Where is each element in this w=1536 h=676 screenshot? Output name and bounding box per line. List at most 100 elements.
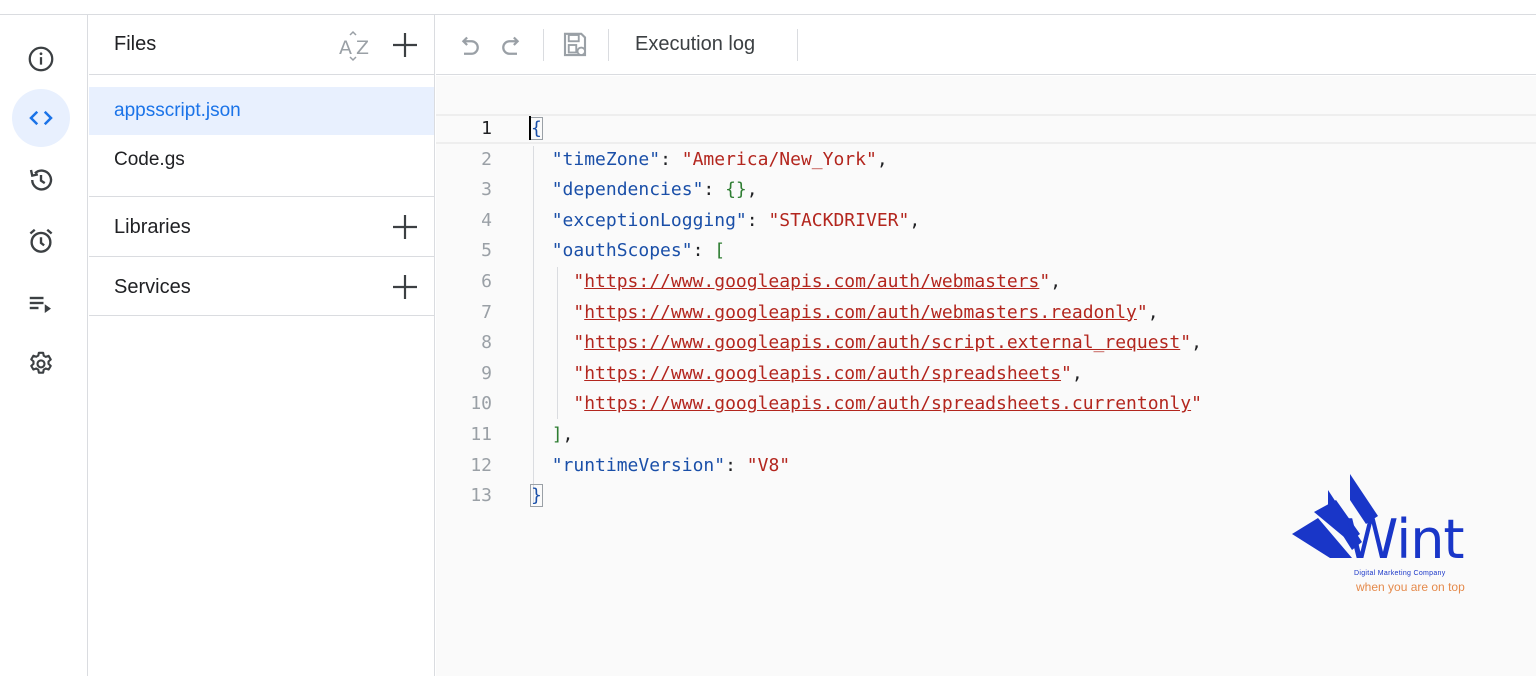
undo-icon[interactable] [454, 30, 484, 60]
file-item-appsscript[interactable]: appsscript.json [89, 87, 434, 135]
editor-button[interactable] [12, 89, 70, 147]
code-line[interactable]: 1{ [436, 114, 1536, 144]
files-header: Files A Z [89, 15, 434, 75]
code-text: "https://www.googleapis.com/auth/webmast… [530, 298, 1159, 328]
icon-rail [0, 15, 88, 676]
code-token: https://www.googleapis.com/auth/script.e… [584, 332, 1181, 354]
code-text: "oauthScopes": [ [530, 236, 725, 266]
code-token: : [660, 148, 682, 170]
code-token: , [746, 179, 758, 201]
file-name: Code.gs [114, 149, 185, 170]
wint-watermark-logo: Wint Digital Marketing Company when you … [1290, 472, 1490, 602]
code-token: , [909, 209, 921, 231]
text-cursor [529, 116, 531, 140]
editor-toolbar: Execution log [436, 15, 1536, 75]
add-library-plus-icon[interactable] [389, 211, 421, 243]
execution-log-button[interactable]: Execution log [635, 33, 755, 56]
code-text: "exceptionLogging": "STACKDRIVER", [530, 206, 921, 236]
line-number: 4 [481, 209, 492, 231]
code-token: " [573, 301, 585, 323]
wint-logo-text: Wint [1345, 508, 1465, 571]
toolbar-divider [608, 29, 609, 61]
file-name: appsscript.json [114, 100, 241, 121]
gear-icon [30, 351, 52, 374]
code-line[interactable]: 3 "dependencies": {}, [436, 175, 1536, 205]
code-text: "https://www.googleapis.com/auth/script.… [530, 328, 1202, 358]
line-number: 7 [481, 301, 492, 323]
code-token: " [573, 393, 585, 415]
code-token: " [1180, 332, 1192, 354]
code-text: "runtimeVersion": "V8" [530, 451, 790, 481]
toolbar-divider [797, 29, 798, 61]
code-line[interactable]: 9 "https://www.googleapis.com/auth/sprea… [436, 359, 1536, 389]
code-token: , [1147, 301, 1159, 323]
file-item-code[interactable]: Code.gs [89, 136, 434, 184]
code-token: "oauthScopes" [551, 240, 693, 262]
sort-az-icon[interactable]: A Z [337, 29, 373, 63]
code-token: } [530, 484, 543, 508]
code-token: "America/New_York" [681, 148, 877, 170]
overview-button[interactable] [12, 30, 70, 88]
code-icon [29, 110, 53, 126]
code-text: { [530, 116, 543, 142]
code-line[interactable]: 11 ], [436, 420, 1536, 450]
save-icon[interactable] [560, 30, 590, 60]
code-token: " [573, 362, 585, 384]
add-file-plus-icon[interactable] [389, 29, 421, 61]
code-token: "timeZone" [551, 148, 661, 170]
code-line[interactable]: 7 "https://www.googleapis.com/auth/webma… [436, 298, 1536, 328]
code-token: ] [551, 424, 563, 445]
line-number: 8 [481, 332, 492, 354]
code-token: "STACKDRIVER" [768, 209, 910, 231]
code-token: , [876, 148, 888, 170]
code-token: {} [725, 179, 747, 201]
code-token: : [725, 454, 747, 476]
svg-text:Z: Z [356, 37, 369, 59]
code-token: "dependencies" [551, 179, 704, 201]
libraries-section: Libraries [89, 196, 434, 256]
triggers-button[interactable] [12, 212, 70, 270]
history-button[interactable] [12, 151, 70, 209]
code-line[interactable]: 2 "timeZone": "America/New_York", [436, 145, 1536, 175]
line-number: 13 [470, 485, 492, 507]
toolbar-divider [543, 29, 544, 61]
code-line[interactable]: 10 "https://www.googleapis.com/auth/spre… [436, 389, 1536, 419]
code-token: https://www.googleapis.com/auth/webmaste… [584, 301, 1137, 323]
code-line[interactable]: 5 "oauthScopes": [ [436, 236, 1536, 266]
services-title: Services [114, 276, 191, 298]
line-number: 1 [481, 118, 492, 139]
line-number: 10 [470, 393, 492, 415]
code-token: "V8" [746, 454, 791, 476]
add-service-plus-icon[interactable] [389, 271, 421, 303]
executions-button[interactable] [12, 274, 70, 332]
redo-icon[interactable] [497, 30, 527, 60]
code-text: "dependencies": {}, [530, 175, 758, 205]
code-token: , [562, 424, 574, 445]
code-text: ], [530, 420, 574, 450]
settings-button[interactable] [12, 335, 70, 393]
code-line[interactable]: 4 "exceptionLogging": "STACKDRIVER", [436, 206, 1536, 236]
code-line[interactable]: 6 "https://www.googleapis.com/auth/webma… [436, 267, 1536, 297]
code-token: " [1039, 271, 1051, 292]
code-text: "https://www.googleapis.com/auth/spreads… [530, 389, 1202, 419]
line-number: 3 [481, 179, 492, 201]
code-token: : [746, 209, 769, 231]
libraries-title: Libraries [114, 216, 191, 238]
alarm-clock-icon [29, 228, 53, 253]
services-section: Services [89, 256, 434, 316]
code-token: " [1136, 301, 1148, 323]
info-icon [28, 46, 54, 72]
svg-text:A: A [339, 37, 352, 59]
code-token: , [1050, 271, 1062, 292]
code-token: " [573, 271, 585, 292]
code-token: , [1071, 362, 1083, 384]
code-line[interactable]: 8 "https://www.googleapis.com/auth/scrip… [436, 328, 1536, 358]
